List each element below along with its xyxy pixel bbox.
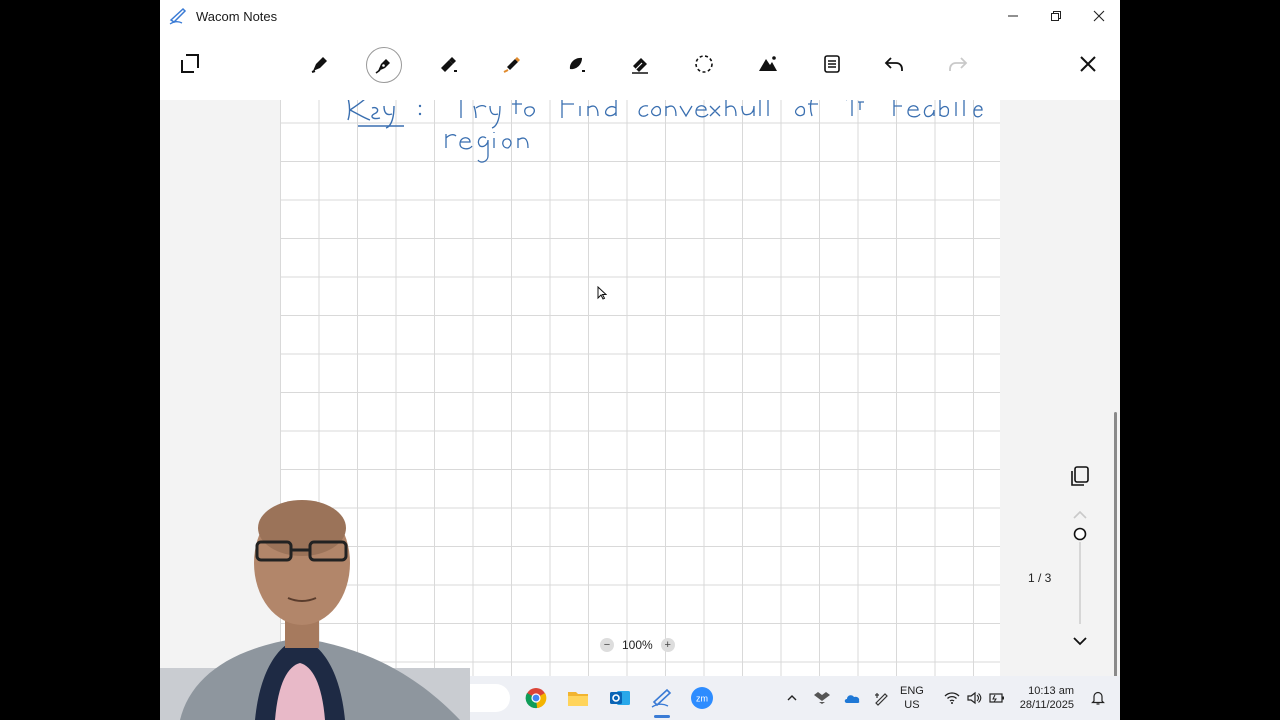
zoom-taskbar-button[interactable]: zm (688, 684, 716, 712)
toolbar (160, 32, 1120, 100)
chrome-icon (525, 688, 547, 709)
page-slider[interactable] (1066, 504, 1094, 654)
page-slider-thumb[interactable] (1073, 527, 1087, 541)
file-explorer-icon (568, 692, 588, 706)
zoom-controls: − 100% + (600, 636, 675, 654)
file-explorer-taskbar-button[interactable] (564, 684, 592, 712)
show-hidden-icons-button[interactable] (778, 684, 806, 712)
zoom-level: 100% (622, 638, 653, 652)
zoom-icon: zm (691, 687, 713, 709)
pen-tool-button[interactable] (302, 46, 338, 82)
close-notes-button[interactable] (1070, 46, 1106, 82)
copy-pages-icon (1071, 466, 1089, 486)
page-counter: 1 / 3 (1028, 571, 1052, 585)
window-controls (991, 0, 1120, 32)
redo-icon (949, 57, 968, 71)
dropbox-icon (814, 692, 830, 704)
close-icon (1080, 56, 1096, 72)
battery-icon (989, 693, 1004, 703)
pen-tray-icon (875, 693, 888, 706)
minimize-icon (1007, 15, 1018, 17)
notification-icon (1091, 691, 1105, 705)
dropbox-tray-button[interactable] (808, 684, 836, 712)
vertical-scrollbar[interactable] (1114, 412, 1117, 708)
image-icon (759, 56, 777, 71)
volume-icon (967, 691, 982, 705)
clock-date: 28/11/2025 (1019, 699, 1074, 711)
pen-tray-button[interactable] (868, 684, 896, 712)
restore-icon (1050, 11, 1061, 21)
fountain-pen-icon (375, 59, 390, 74)
chevron-up-icon[interactable] (1073, 510, 1087, 519)
highlighter-tool-button[interactable] (494, 46, 530, 82)
pen-icon (311, 57, 327, 73)
wifi-icon (944, 692, 960, 704)
notes-tool-button[interactable] (814, 46, 850, 82)
language-code: ENG (900, 685, 924, 697)
webcam-overlay (160, 498, 470, 720)
marker-tool-button[interactable] (430, 46, 466, 82)
lasso-icon (695, 55, 713, 73)
notification-button[interactable] (1084, 684, 1112, 712)
language-indicator[interactable]: ENG US (900, 684, 924, 712)
onedrive-tray-button[interactable] (838, 684, 866, 712)
svg-text:zm: zm (696, 694, 708, 704)
chevron-down-icon[interactable] (1073, 637, 1087, 646)
region-code: US (904, 699, 920, 711)
undo-icon (884, 57, 903, 71)
notes-icon (824, 55, 840, 73)
window-close-button[interactable] (1077, 0, 1120, 32)
brush-icon (569, 57, 585, 72)
image-tool-button[interactable] (750, 46, 786, 82)
zoom-out-button[interactable]: − (600, 638, 614, 652)
lasso-tool-button[interactable] (686, 46, 722, 82)
wacom-notes-taskbar-button[interactable] (648, 684, 676, 718)
minimize-button[interactable] (991, 0, 1034, 32)
title-bar: Wacom Notes (160, 0, 1120, 32)
zoom-in-button[interactable]: + (660, 638, 675, 652)
chevron-up-icon (787, 695, 797, 701)
outlook-taskbar-button[interactable] (606, 684, 634, 712)
pages-icon (181, 54, 199, 73)
close-icon (1093, 10, 1104, 22)
pages-button[interactable] (172, 46, 208, 82)
fountain-pen-tool-button[interactable] (366, 47, 402, 83)
eraser-icon (632, 58, 648, 74)
mouse-cursor-icon (597, 286, 607, 300)
page-thumbnails-button[interactable] (1068, 464, 1092, 488)
highlighter-icon (503, 57, 520, 73)
clock-time: 10:13 am (1028, 685, 1074, 697)
undo-button[interactable] (876, 46, 912, 82)
eraser-tool-button[interactable] (622, 46, 658, 82)
handwriting-ink (347, 100, 983, 163)
restore-button[interactable] (1034, 0, 1077, 32)
wacom-notes-icon (651, 688, 672, 708)
taskbar-clock[interactable]: 10:13 am 28/11/2025 (1006, 684, 1074, 712)
wacom-notes-app-icon (168, 6, 188, 26)
chrome-taskbar-button[interactable] (522, 684, 550, 712)
redo-button[interactable] (940, 46, 976, 82)
marker-icon (441, 57, 457, 72)
outlook-icon (610, 691, 630, 705)
brush-tool-button[interactable] (558, 46, 594, 82)
onedrive-icon (844, 695, 860, 703)
window-title: Wacom Notes (196, 8, 278, 24)
